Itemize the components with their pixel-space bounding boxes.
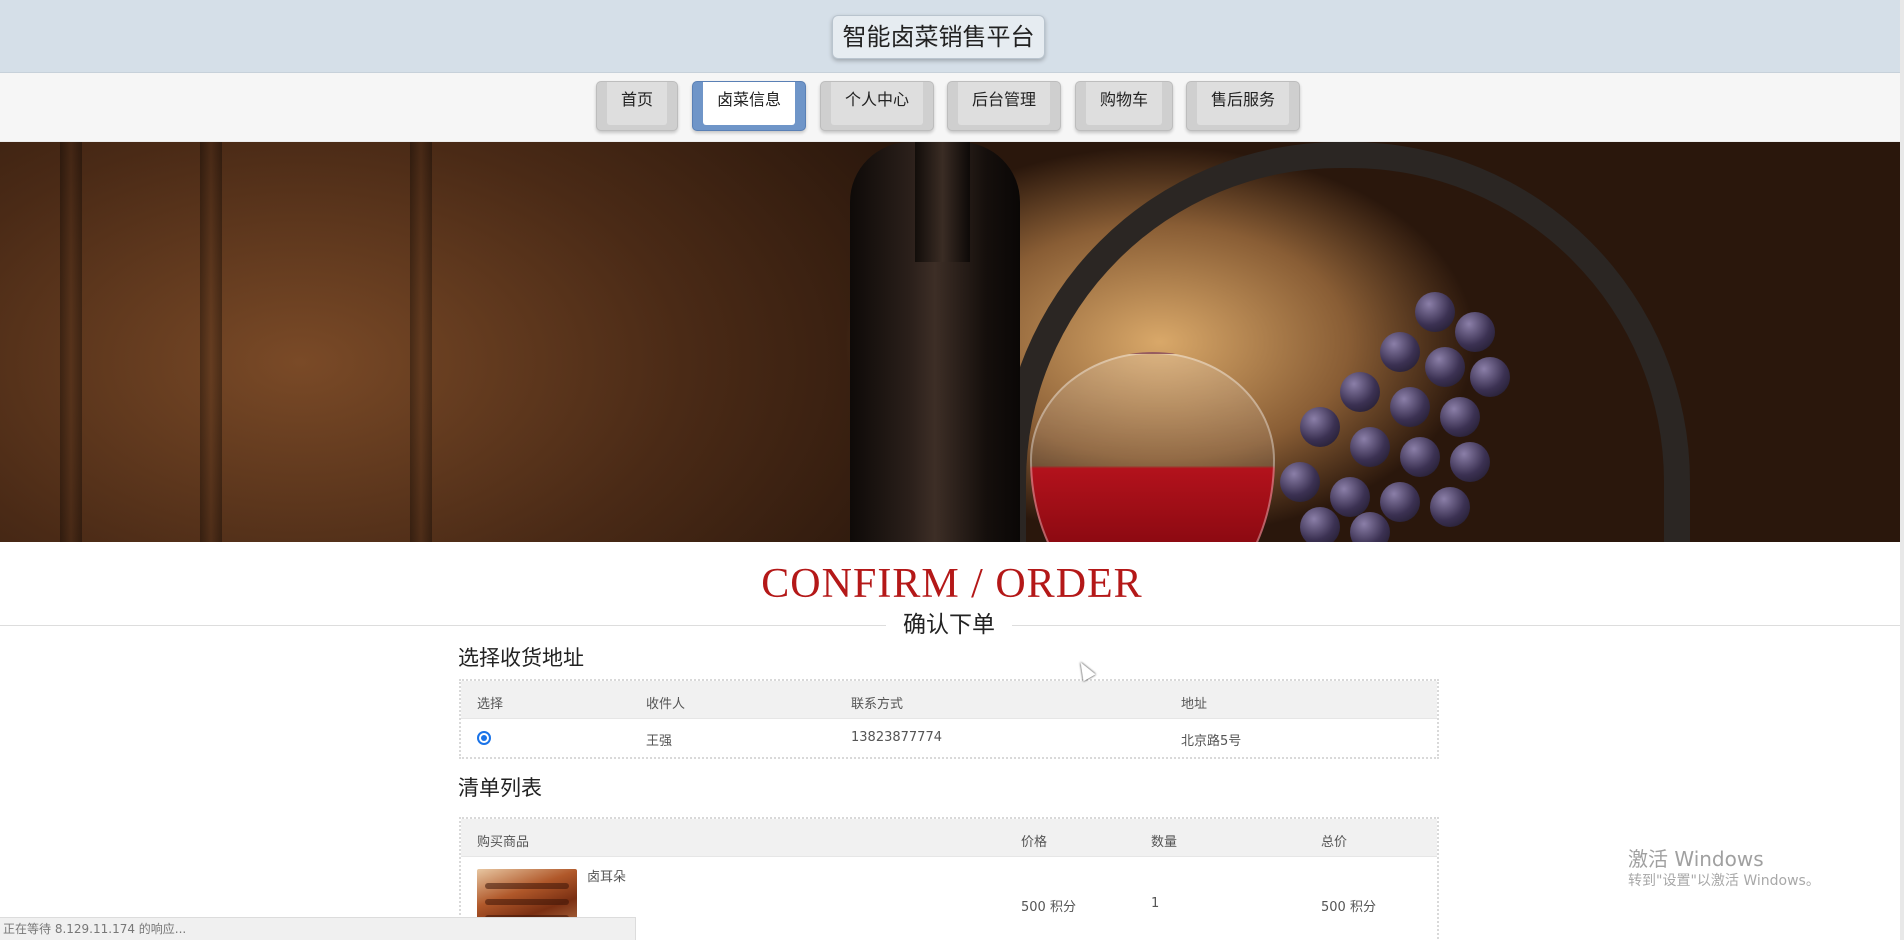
nav-item-admin[interactable]: 后台管理 <box>947 81 1061 131</box>
barrel-band <box>410 142 432 542</box>
address-section-heading: 选择收货地址 <box>458 646 584 670</box>
grape <box>1455 312 1495 352</box>
column-header: 收件人 <box>646 697 686 712</box>
column-header: 选择 <box>477 697 504 712</box>
page-subtitle: 确认下单 <box>886 609 1012 641</box>
wine-bottle-neck <box>915 142 970 262</box>
nav-item-label: 售后服务 <box>1197 82 1289 125</box>
site-header: 智能卤菜销售平台 <box>0 0 1904 73</box>
grape <box>1330 477 1370 517</box>
phone-cell: 13823877774 <box>851 730 942 745</box>
grape <box>1425 347 1465 387</box>
grape <box>1470 357 1510 397</box>
radio-selected-dot <box>481 735 487 741</box>
grape <box>1340 372 1380 412</box>
barrel-band <box>60 142 82 542</box>
nav-item-products[interactable]: 卤菜信息 <box>692 81 806 131</box>
order-section-heading: 清单列表 <box>458 776 542 800</box>
column-header: 地址 <box>1181 697 1208 712</box>
total-cell: 500 积分 <box>1321 900 1376 915</box>
grape <box>1390 387 1430 427</box>
mouse-cursor-icon <box>1074 658 1096 682</box>
price-cell: 500 积分 <box>1021 900 1076 915</box>
site-title: 智能卤菜销售平台 <box>832 15 1045 59</box>
column-header: 联系方式 <box>851 697 904 712</box>
grape <box>1450 442 1490 482</box>
address-select-radio[interactable] <box>477 731 491 745</box>
windows-activation-hint: 转到"设置"以激活 Windows。 <box>1628 873 1820 889</box>
nav-item-label: 后台管理 <box>958 82 1050 125</box>
product-image-detail <box>485 899 569 905</box>
table-header: 购买商品 价格 数量 总价 <box>461 819 1437 857</box>
nav-item-profile[interactable]: 个人中心 <box>820 81 934 131</box>
column-header: 购买商品 <box>477 835 530 850</box>
nav-item-label: 个人中心 <box>831 82 923 125</box>
grape <box>1440 397 1480 437</box>
column-header: 数量 <box>1151 835 1178 850</box>
product-image-detail <box>485 883 569 889</box>
page-title: CONFIRM / ORDER <box>761 561 1143 607</box>
grape <box>1400 437 1440 477</box>
address-table: 选择 收件人 联系方式 地址 王强 13823877774 北京路5号 <box>459 679 1439 759</box>
nav-item-home[interactable]: 首页 <box>596 81 678 131</box>
grape <box>1380 332 1420 372</box>
recipient-cell: 王强 <box>646 734 673 749</box>
nav-item-label: 购物车 <box>1086 82 1162 125</box>
product-name[interactable]: 卤耳朵 <box>587 866 626 885</box>
main-nav: 首页 卤菜信息 个人中心 后台管理 购物车 售后服务 <box>0 73 1904 142</box>
scrollbar[interactable] <box>1900 0 1904 940</box>
column-header: 价格 <box>1021 835 1048 850</box>
grape <box>1300 507 1340 542</box>
grape <box>1350 427 1390 467</box>
grape <box>1430 487 1470 527</box>
grape <box>1415 292 1455 332</box>
column-header: 总价 <box>1321 835 1348 850</box>
quantity-cell: 1 <box>1151 896 1160 911</box>
nav-item-label: 卤菜信息 <box>703 82 795 125</box>
nav-item-after-sales[interactable]: 售后服务 <box>1186 81 1300 131</box>
table-row[interactable]: 王强 13823877774 北京路5号 <box>461 719 1437 757</box>
grape <box>1280 462 1320 502</box>
windows-activation-watermark: 激活 Windows <box>1628 847 1764 871</box>
table-header: 选择 收件人 联系方式 地址 <box>461 681 1437 719</box>
barrel-band <box>200 142 222 542</box>
grape <box>1380 482 1420 522</box>
browser-status-bar: 正在等待 8.129.11.174 的响应... <box>0 917 636 940</box>
banner-image <box>0 142 1900 542</box>
grape <box>1300 407 1340 447</box>
address-cell: 北京路5号 <box>1181 734 1242 749</box>
nav-item-cart[interactable]: 购物车 <box>1075 81 1173 131</box>
nav-item-label: 首页 <box>607 82 667 125</box>
